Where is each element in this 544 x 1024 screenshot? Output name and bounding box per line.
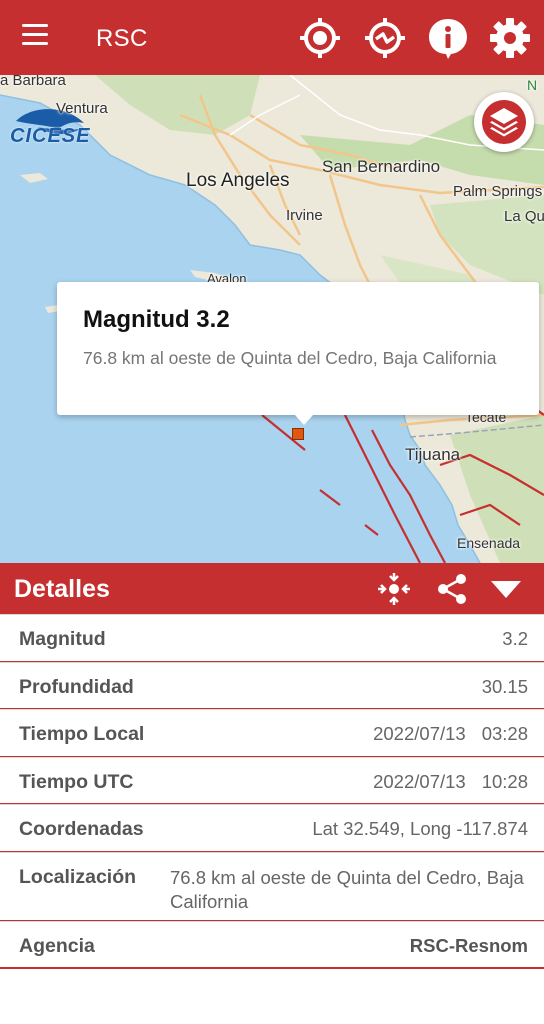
- earthquake-popup[interactable]: Magnitud 3.2 76.8 km al oeste de Quinta …: [57, 282, 539, 425]
- detail-row-localizacion: Localización 76.8 km al oeste de Quinta …: [0, 851, 544, 922]
- map-label-n: N: [527, 77, 538, 93]
- center-on-epicenter-icon[interactable]: [376, 571, 412, 607]
- detail-row-tiempo-local: Tiempo Local 2022/07/13 03:28: [0, 709, 544, 758]
- settings-gear-icon[interactable]: [488, 16, 532, 60]
- cicese-logo-text: CICESE: [10, 125, 91, 147]
- magnitud-label: Magnitud: [19, 628, 106, 650]
- localizacion-label: Localización: [19, 865, 137, 888]
- detail-row-agencia: Agencia RSC-Resnom: [0, 920, 544, 969]
- magnitud-value: 3.2: [502, 628, 528, 649]
- map-label-tijuana: Tijuana: [405, 445, 461, 464]
- map-label-san-bernardino: San Bernardino: [322, 157, 441, 176]
- my-location-icon[interactable]: [298, 16, 342, 60]
- detail-row-tiempo-utc: Tiempo UTC 2022/07/13 10:28: [0, 756, 544, 805]
- tiempo-utc-date: 2022/07/13: [373, 770, 466, 792]
- map-label-santa-barbara: a Barbara: [0, 75, 66, 89]
- epicenter-marker[interactable]: [292, 428, 304, 440]
- coordenadas-value: Lat 32.549, Long -117.874: [312, 818, 528, 839]
- share-icon[interactable]: [434, 571, 470, 607]
- details-title: Detalles: [14, 575, 110, 603]
- layers-icon: [482, 100, 526, 144]
- tiempo-local-date: 2022/07/13: [373, 723, 466, 744]
- collapse-arrow-icon[interactable]: [488, 571, 524, 607]
- track-location-icon[interactable]: [363, 16, 407, 60]
- info-icon[interactable]: [426, 16, 470, 60]
- detail-row-profundidad: Profundidad 30.15: [0, 661, 544, 710]
- top-app-bar: RSC: [0, 0, 544, 75]
- profundidad-value: 30.15: [481, 675, 528, 697]
- tiempo-utc-label: Tiempo UTC: [19, 770, 134, 793]
- map-label-ventura: Ventura: [56, 100, 108, 117]
- tiempo-local-value: 2022/07/13 03:28: [373, 723, 528, 745]
- detail-row-magnitud: Magnitud 3.2: [0, 614, 544, 663]
- menu-icon[interactable]: [22, 24, 50, 52]
- localizacion-value: 76.8 km al oeste de Quinta del Cedro, Ba…: [170, 866, 524, 912]
- popup-title: Magnitud 3.2: [83, 306, 230, 333]
- app-title: RSC: [96, 25, 148, 52]
- tiempo-utc-value: 2022/07/13 10:28: [373, 771, 528, 793]
- details-header: Detalles: [0, 563, 544, 615]
- profundidad-label: Profundidad: [19, 675, 134, 698]
- tiempo-local-label: Tiempo Local: [19, 723, 145, 745]
- map-label-los-angeles: Los Angeles: [186, 170, 290, 191]
- detail-row-coordenadas: Coordenadas Lat 32.549, Long -117.874: [0, 804, 544, 853]
- layers-button[interactable]: [474, 92, 534, 152]
- map-label-la-quinta: La Qu: [504, 208, 544, 225]
- map-label-ensenada: Ensenada: [457, 535, 521, 551]
- coordenadas-label: Coordenadas: [19, 818, 144, 840]
- map-label-palm-springs: Palm Springs: [453, 183, 543, 200]
- popup-location: 76.8 km al oeste de Quinta del Cedro, Ba…: [83, 348, 497, 368]
- popup-pointer: [295, 415, 313, 425]
- map-label-irvine: Irvine: [286, 207, 323, 224]
- agencia-value: RSC-Resnom: [409, 934, 528, 956]
- details-list: Magnitud 3.2 Profundidad 30.15 Tiempo Lo…: [0, 614, 544, 969]
- tiempo-local-time: 03:28: [481, 723, 528, 744]
- agencia-label: Agencia: [19, 934, 95, 957]
- tiempo-utc-time: 10:28: [481, 770, 528, 792]
